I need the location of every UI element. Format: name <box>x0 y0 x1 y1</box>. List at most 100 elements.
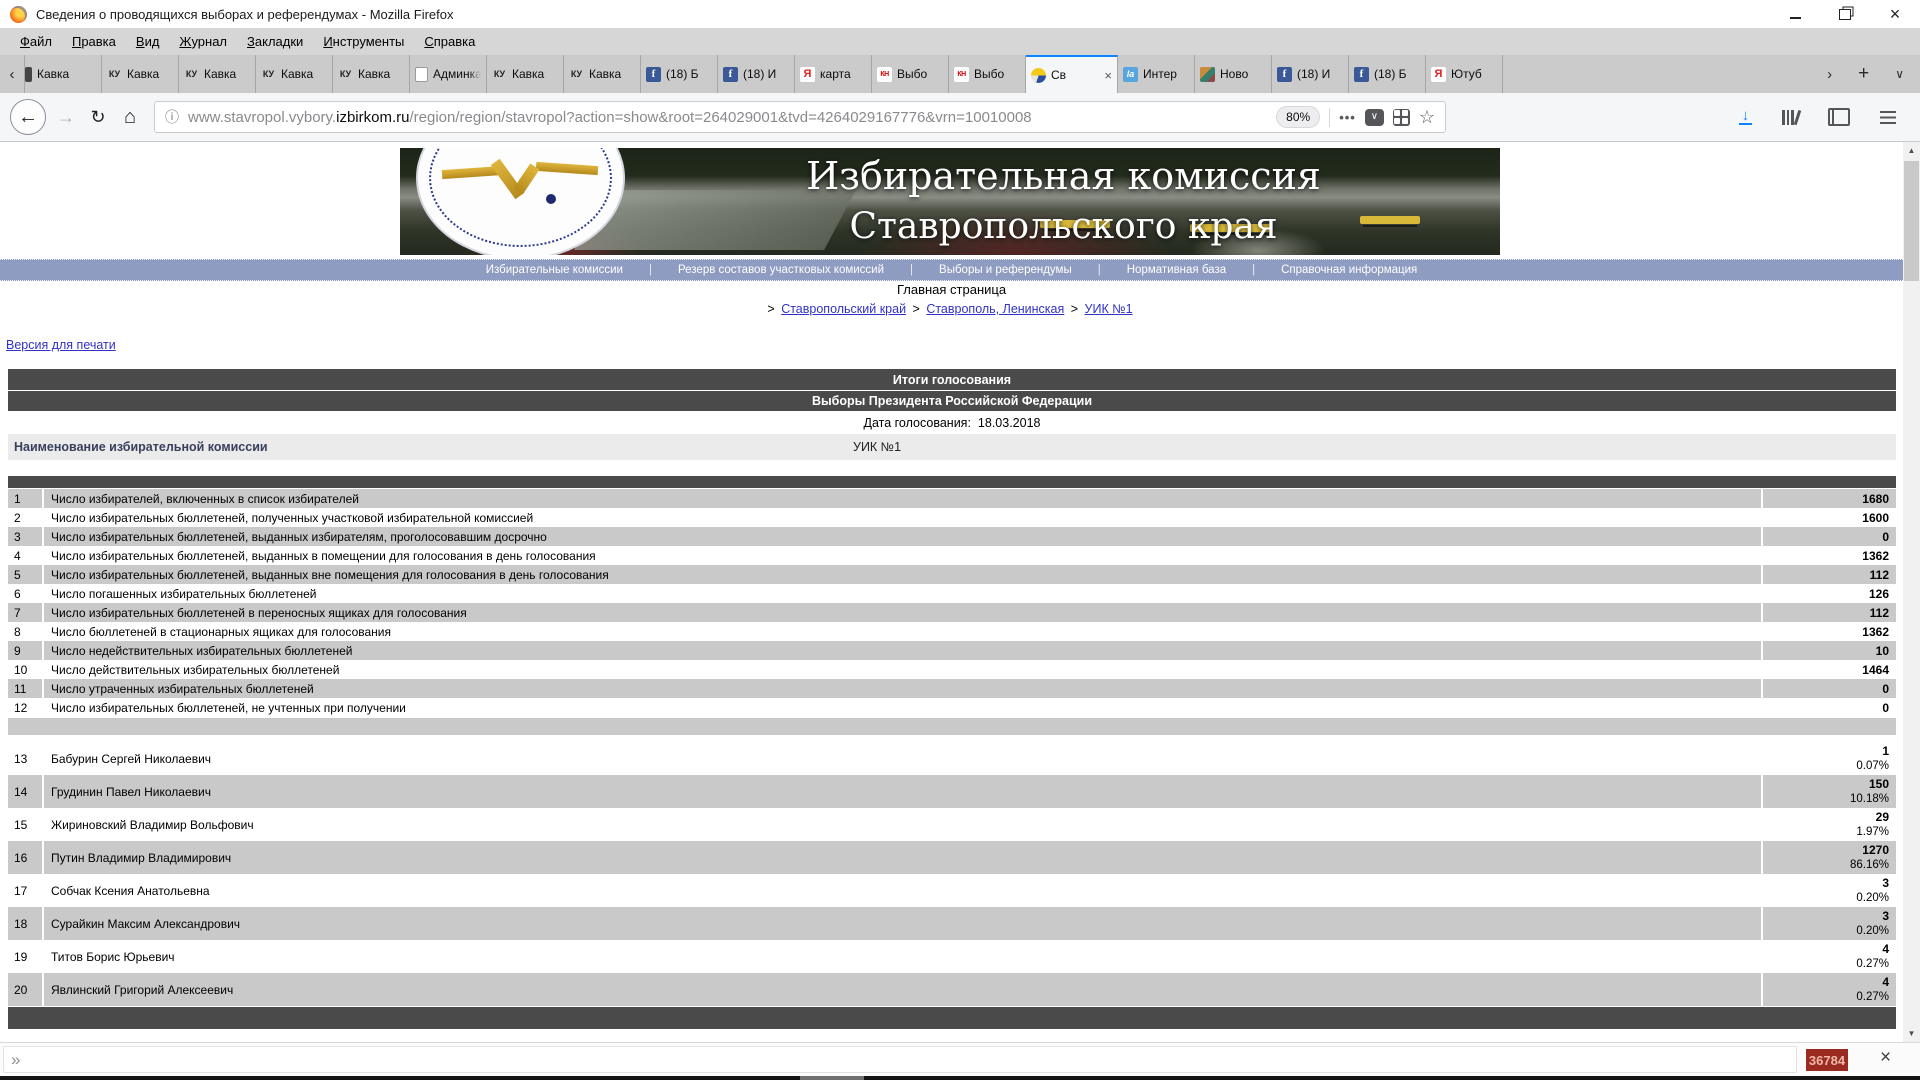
browser-tab[interactable]: КУ Кавка <box>564 55 641 93</box>
bookmark-star-icon[interactable]: ☆ <box>1419 107 1435 128</box>
fb-favicon-icon: f <box>646 66 661 82</box>
list-all-tabs-button[interactable]: ∨ <box>1895 67 1904 81</box>
back-arrow-icon: ← <box>18 105 38 128</box>
zoom-level-button[interactable]: 80% <box>1276 106 1321 128</box>
candidate-number: 13 <box>8 742 44 775</box>
commission-name-row: Наименование избирательной комиссии УИК … <box>8 434 1896 460</box>
browser-tab[interactable]: Кавка <box>25 55 102 93</box>
site-nav-link[interactable]: Нормативная база <box>1123 264 1230 276</box>
home-button[interactable]: ⌂ <box>114 101 146 133</box>
minimize-button[interactable] <box>1770 0 1820 28</box>
page-actions-button[interactable]: ••• <box>1339 110 1356 125</box>
voting-date-row: Дата голосования: 18.03.2018 <box>8 412 1896 434</box>
candidate-result: 3 0.20% <box>1761 874 1896 907</box>
url-bar[interactable]: ⓘ www.stavropol.vybory.izbirkom.ru/regio… <box>154 101 1446 133</box>
menu-item[interactable]: Инструменты <box>313 28 414 55</box>
close-button[interactable]: × <box>1870 0 1920 28</box>
browser-tab[interactable]: Я Ютуб <box>1426 55 1503 93</box>
pocket-icon[interactable]: ∨ <box>1364 108 1384 126</box>
forward-button[interactable]: → <box>50 101 82 133</box>
site-nav-link[interactable]: Выборы и референдумы <box>935 264 1076 276</box>
table-row: 9 Число недействительных избирательных бю… <box>8 641 1896 660</box>
browser-tab[interactable]: КУ Кавка <box>102 55 179 93</box>
breadcrumb-separator: > <box>909 302 924 316</box>
statistics-rows: 1 Число избирателей, включенных в список … <box>8 489 1896 717</box>
browser-tab-active[interactable]: Св × <box>1026 55 1118 93</box>
candidate-name: Сурайкин Максим Александрович <box>51 916 241 931</box>
breadcrumb-link[interactable]: Ставрополь, Ленинская <box>926 302 1064 316</box>
browser-tab[interactable]: КН Выбо <box>949 55 1026 93</box>
row-value: 126 <box>1761 584 1896 603</box>
forward-arrow-icon: → <box>57 106 75 127</box>
hamburger-menu-icon[interactable] <box>1880 110 1896 124</box>
browser-tab[interactable]: Якарта <box>795 55 872 93</box>
status-bar-close-icon[interactable]: × <box>1880 1047 1891 1069</box>
site-nav-link[interactable]: Резерв составов участковых комиссий <box>674 264 888 276</box>
browser-tab[interactable]: f (18) Б <box>1349 55 1426 93</box>
nav-separator: | <box>1252 264 1256 276</box>
browser-tab[interactable]: КУ Кавка <box>487 55 564 93</box>
url-text[interactable]: www.stavropol.vybory.izbirkom.ru/region/… <box>188 109 1267 126</box>
menu-item[interactable]: Журнал <box>169 28 237 55</box>
browser-tab[interactable]: КУ Кавка <box>333 55 410 93</box>
browser-tab[interactable]: la Интер <box>1118 55 1195 93</box>
row-value: 1464 <box>1761 660 1896 679</box>
browser-tab[interactable]: Админка <box>410 55 487 93</box>
tab-close-icon[interactable]: × <box>1104 68 1112 83</box>
scrollbar-thumb[interactable] <box>1904 161 1919 281</box>
window-title: Сведения о проводящихся выборах и рефере… <box>36 6 454 22</box>
menu-item[interactable]: Закладки <box>237 28 313 55</box>
menu-item[interactable]: Справка <box>414 28 485 55</box>
row-value: 112 <box>1761 565 1896 584</box>
maximize-button[interactable] <box>1820 0 1870 28</box>
browser-tab[interactable]: КУ Кавка <box>256 55 333 93</box>
scroll-down-button[interactable]: ▼ <box>1903 1025 1920 1042</box>
print-version-link[interactable]: Версия для печати <box>6 338 116 352</box>
candidate-result: 1 0.07% <box>1761 742 1896 775</box>
row-value: 0 <box>1761 698 1896 717</box>
extension-grid-icon[interactable] <box>1392 108 1410 126</box>
candidate-result: 3 0.20% <box>1761 907 1896 940</box>
tab-bar: ‹ Кавка КУ Кавка КУ Кавка КУ Кавка КУ Кавка Админ… <box>0 55 1920 93</box>
tab-scroll-left-button[interactable]: ‹ <box>0 55 25 93</box>
browser-tab[interactable]: КН Выбо <box>872 55 949 93</box>
vertical-scrollbar[interactable]: ▲ ▼ <box>1903 142 1920 1042</box>
row-value: 1680 <box>1761 489 1896 508</box>
sidebar-icon[interactable] <box>1828 108 1850 126</box>
candidate-name: Бабурин Сергей Николаевич <box>51 751 212 766</box>
browser-tab[interactable]: f (18) Б <box>641 55 718 93</box>
site-info-icon[interactable]: ⓘ <box>165 107 179 127</box>
menu-item[interactable]: Вид <box>126 28 170 55</box>
ku-favicon-icon: КУ <box>339 69 352 79</box>
browser-tab[interactable]: Ново <box>1195 55 1272 93</box>
new-tab-button[interactable]: + <box>1858 63 1869 85</box>
chevron-double-right-icon[interactable]: » <box>4 1050 20 1070</box>
table-row: 6 Число погашенных избирательных бюллетен… <box>8 584 1896 603</box>
library-icon[interactable] <box>1782 109 1801 125</box>
menu-item[interactable]: Правка <box>62 28 126 55</box>
scroll-up-button[interactable]: ▲ <box>1903 142 1920 159</box>
breadcrumb-link[interactable]: УИК №1 <box>1085 302 1133 316</box>
site-nav-link[interactable]: Избирательные комиссии <box>482 264 627 276</box>
site-nav-link[interactable]: Справочная информация <box>1277 264 1421 276</box>
status-bar-field[interactable]: » <box>3 1046 1797 1073</box>
menu-item[interactable]: Файл <box>10 28 62 55</box>
browser-tab[interactable]: f (18) И <box>718 55 795 93</box>
reload-button[interactable]: ↻ <box>82 101 114 133</box>
extension-counter-badge[interactable]: 36784 <box>1806 1049 1848 1071</box>
breadcrumb-link[interactable]: Ставропольский край <box>781 302 906 316</box>
browser-tab[interactable]: КУ Кавка <box>179 55 256 93</box>
table-row: 11 Число утраченных избирательных бюллете… <box>8 679 1896 698</box>
menu-bar: Файл Правка Вид Журнал Закладки Инструменты Сп… <box>0 28 1920 55</box>
tab-label: (18) И <box>743 67 777 81</box>
ku-favicon-icon: КУ <box>262 69 275 79</box>
tab-scroll-right-button[interactable]: › <box>1827 66 1832 83</box>
site-banner: Избирательная комиссия Ставропольского к… <box>400 148 1500 255</box>
chevron-left-icon: ‹ <box>9 65 15 83</box>
back-button[interactable]: ← <box>10 99 46 135</box>
candidate-votes: 1270 <box>1862 842 1889 857</box>
downloads-button[interactable]: ↓ <box>1739 108 1752 125</box>
browser-tab[interactable]: f (18) И <box>1272 55 1349 93</box>
table-row: 2 Число избирательных бюллетеней, получен… <box>8 508 1896 527</box>
horizontal-scrollbar-thumb[interactable] <box>800 1076 864 1080</box>
